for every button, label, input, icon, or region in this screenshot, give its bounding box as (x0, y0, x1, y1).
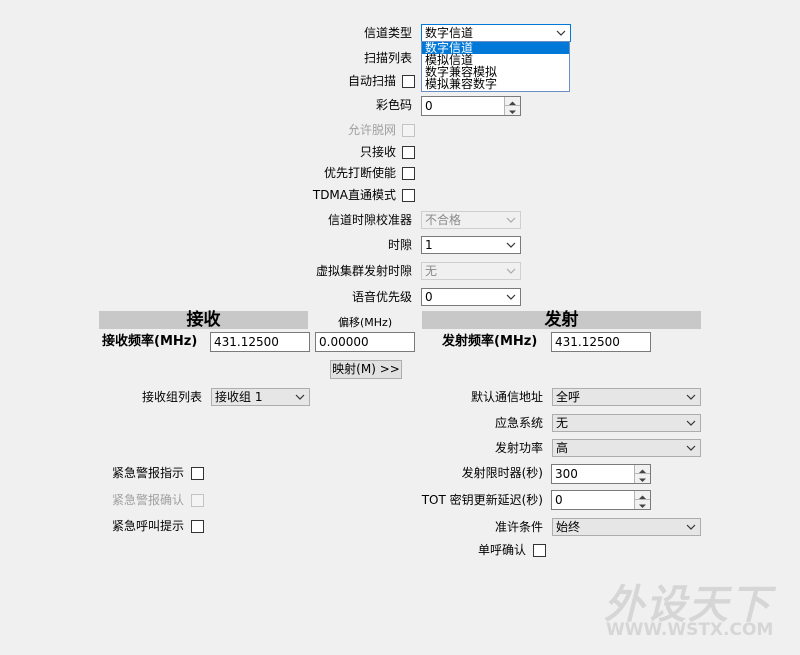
chevron-down-icon (686, 520, 696, 534)
default-contact-select[interactable]: 全呼 (552, 388, 701, 406)
default-contact-value: 全呼 (556, 390, 581, 404)
watermark-url: WWW.WSTX.COM (606, 620, 774, 640)
emergency-alarm-confirm-checkbox[interactable] (191, 494, 204, 507)
slot-select[interactable]: 1 (421, 236, 521, 254)
spin-up-icon[interactable] (505, 97, 520, 106)
auto-scan-label: 自动扫描 (347, 74, 396, 88)
spin-up-icon[interactable] (635, 465, 650, 474)
tdma-direct-label: TDMA直通模式 (312, 188, 396, 202)
voice-priority-select[interactable]: 0 (421, 288, 521, 306)
chevron-down-icon (506, 238, 516, 252)
receive-freq-input[interactable]: 431.12500 (210, 332, 310, 352)
tx-power-label: 发射功率 (494, 441, 543, 455)
channel-type-option[interactable]: 模拟兼容数字 (422, 78, 569, 90)
chevron-down-icon (686, 441, 696, 455)
chevron-down-icon (506, 264, 516, 278)
tot-rekey-label: TOT 密钥更新延迟(秒) (421, 493, 543, 507)
virtual-cluster-slot-value: 无 (425, 264, 438, 278)
auto-scan-checkbox[interactable] (402, 75, 415, 88)
chevron-down-icon (556, 26, 566, 40)
receive-freq-label: 接收频率(MHz) (102, 334, 198, 349)
slot-calibrator-label: 信道时隙校准器 (327, 213, 412, 227)
offset-label: 偏移(MHz) (338, 316, 393, 329)
emergency-alarm-confirm-label: 紧急警报确认 (111, 493, 184, 507)
emergency-system-value: 无 (556, 416, 569, 430)
default-contact-label: 默认通信地址 (470, 390, 543, 404)
tx-timer-value: 300 (555, 467, 578, 481)
emergency-call-prompt-checkbox[interactable] (191, 520, 204, 533)
channel-type-select[interactable]: 数字信道 (421, 24, 571, 42)
tot-rekey-value: 0 (555, 493, 563, 507)
emergency-system-select[interactable]: 无 (552, 414, 701, 432)
chevron-down-icon (506, 213, 516, 227)
offset-input[interactable]: 0.00000 (315, 332, 415, 352)
tx-power-value: 高 (556, 441, 569, 455)
offset-value: 0.00000 (319, 335, 369, 349)
permit-value: 始终 (556, 520, 581, 534)
emergency-system-label: 应急系统 (494, 416, 543, 430)
channel-type-label: 信道类型 (363, 26, 412, 40)
slot-calibrator-value: 不合格 (425, 213, 462, 227)
channel-type-value: 数字信道 (425, 26, 474, 40)
transmit-freq-label: 发射频率(MHz) (442, 334, 538, 349)
spin-up-icon[interactable] (635, 491, 650, 500)
rx-group-list-value: 接收组 1 (215, 390, 263, 404)
allow-offnet-label: 允许脱网 (347, 123, 396, 137)
voice-priority-label: 语音优先级 (351, 290, 412, 304)
color-code-spinner[interactable]: 0 (421, 96, 521, 116)
rx-group-list-select[interactable]: 接收组 1 (211, 388, 310, 406)
virtual-cluster-slot-select[interactable]: 无 (421, 262, 521, 280)
voice-priority-value: 0 (425, 290, 433, 304)
rx-only-label: 只接收 (359, 145, 396, 159)
transmit-header: 发射 (422, 311, 701, 329)
transmit-freq-value: 431.12500 (555, 335, 620, 349)
receive-header: 接收 (99, 311, 308, 329)
priority-interrupt-label: 优先打断使能 (323, 166, 396, 180)
color-code-label: 彩色码 (375, 98, 412, 112)
priority-interrupt-checkbox[interactable] (402, 167, 415, 180)
color-code-value: 0 (425, 99, 433, 113)
chevron-down-icon (686, 416, 696, 430)
emergency-alarm-indicate-label: 紧急警报指示 (111, 466, 184, 480)
chevron-down-icon (506, 290, 516, 304)
tot-rekey-spinner[interactable]: 0 (551, 490, 651, 510)
single-call-confirm-checkbox[interactable] (533, 544, 546, 557)
spin-down-icon[interactable] (505, 106, 520, 115)
transmit-freq-input[interactable]: 431.12500 (551, 332, 651, 352)
chevron-down-icon (295, 390, 305, 404)
rx-group-list-label: 接收组列表 (141, 390, 202, 404)
permit-label: 准许条件 (494, 520, 543, 534)
slot-value: 1 (425, 238, 433, 252)
tx-timer-label: 发射限时器(秒) (461, 466, 543, 480)
spin-down-icon[interactable] (635, 474, 650, 483)
virtual-cluster-slot-label: 虚拟集群发射时隙 (315, 264, 412, 278)
tx-power-select[interactable]: 高 (552, 439, 701, 457)
tx-timer-spinner[interactable]: 300 (551, 464, 651, 484)
chevron-down-icon (686, 390, 696, 404)
slot-calibrator-select[interactable]: 不合格 (421, 211, 521, 229)
rx-only-checkbox[interactable] (402, 146, 415, 159)
channel-type-dropdown[interactable]: 数字信道 模拟信道 数字兼容模拟 模拟兼容数字 (421, 41, 570, 92)
map-button[interactable]: 映射(M) >> (330, 360, 402, 379)
receive-freq-value: 431.12500 (214, 335, 279, 349)
scan-list-label: 扫描列表 (363, 51, 412, 65)
spin-down-icon[interactable] (635, 500, 650, 509)
emergency-alarm-indicate-checkbox[interactable] (191, 467, 204, 480)
tdma-direct-checkbox[interactable] (402, 189, 415, 202)
allow-offnet-checkbox[interactable] (402, 124, 415, 137)
emergency-call-prompt-label: 紧急呼叫提示 (111, 519, 184, 533)
single-call-confirm-label: 单呼确认 (477, 543, 526, 557)
slot-label: 时隙 (387, 238, 412, 252)
permit-select[interactable]: 始终 (552, 518, 701, 536)
